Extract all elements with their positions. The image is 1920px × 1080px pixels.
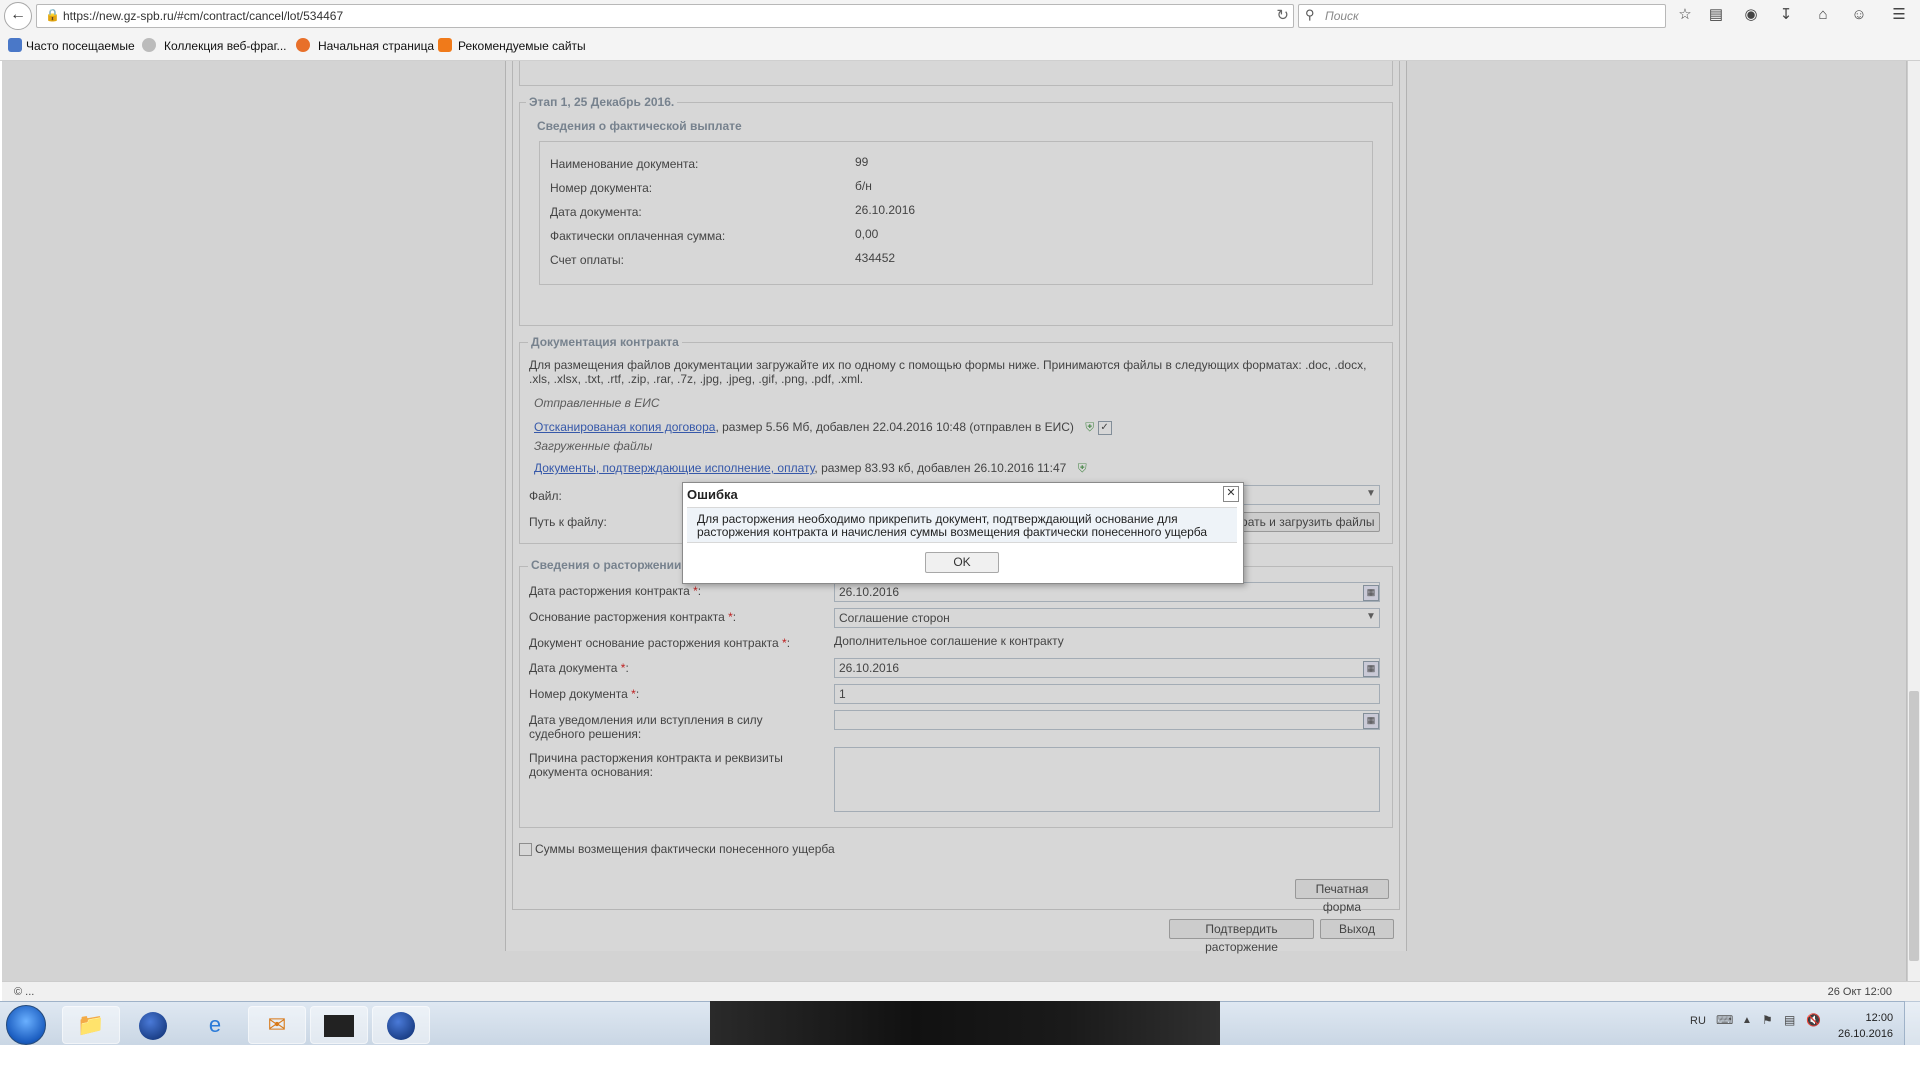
reload-icon[interactable]: ↻ (1276, 6, 1289, 24)
bookmark-webslice[interactable]: Коллекция веб-фраг... (164, 39, 287, 53)
home-icon[interactable]: ⌂ (1812, 4, 1834, 26)
reading-list-icon[interactable]: ▤ (1705, 4, 1727, 26)
search-placeholder: Поиск (1325, 9, 1359, 23)
dialog-title: Ошибка (687, 487, 738, 502)
dialog-message: Для расторжения необходимо прикрепить до… (697, 512, 1208, 539)
dialog-message-box: Для расторжения необходимо прикрепить до… (687, 507, 1237, 543)
url-text[interactable]: https://new.gz-spb.ru/#cm/contract/cance… (63, 9, 343, 23)
firefox-taskbar-icon[interactable] (372, 1006, 430, 1044)
recommended-icon (438, 38, 452, 52)
download-icon[interactable]: ↧ (1775, 4, 1797, 26)
bookmark-recommended[interactable]: Рекомендуемые сайты (458, 39, 586, 53)
back-arrow-icon[interactable]: ← (4, 2, 32, 30)
show-desktop-button[interactable] (1904, 1001, 1920, 1045)
close-icon[interactable]: ✕ (1223, 486, 1239, 502)
address-bar[interactable]: 🔒 https://new.gz-spb.ru/#cm/contract/can… (36, 4, 1294, 28)
search-icon: ⚲ (1305, 7, 1315, 22)
bookmark-star-icon[interactable]: ☆ (1674, 4, 1696, 26)
page-scrollbar[interactable] (1906, 61, 1920, 981)
globe-icon[interactable] (124, 1006, 182, 1044)
tray-date: 26.10.2016 (1838, 1028, 1894, 1040)
lock-icon: 🔒 (45, 8, 60, 22)
flag-icon[interactable]: ⚑ (1762, 1013, 1773, 1027)
error-dialog: Ошибка ✕ Для расторжения необходимо прик… (682, 482, 1244, 584)
tray-clock[interactable]: 12:00 26.10.2016 (1838, 1010, 1893, 1042)
status-right: 26 Окт 12:00 (1827, 986, 1892, 998)
keyboard-icon[interactable]: ⌨ (1716, 1013, 1733, 1027)
firefox-icon (296, 38, 310, 52)
scrollbar-thumb[interactable] (1909, 691, 1919, 961)
volume-muted-icon[interactable]: 🔇 (1806, 1013, 1821, 1027)
chat-icon[interactable]: ☺ (1848, 4, 1870, 26)
ok-button[interactable]: OK (925, 552, 999, 573)
bookmark-folder-icon (8, 38, 22, 52)
start-button[interactable] (6, 1005, 46, 1045)
blank-area (0, 1045, 1920, 1080)
status-left: © ... (14, 986, 35, 998)
internet-explorer-icon[interactable]: e (186, 1006, 244, 1044)
tray-time: 12:00 (1865, 1012, 1894, 1024)
bookmark-frequent[interactable]: Часто посещаемые (26, 39, 135, 53)
web-slice-icon (142, 38, 156, 52)
bookmarks-bar: Часто посещаемые Коллекция веб-фраг... Н… (0, 30, 1920, 61)
menu-icon[interactable]: ☰ (1888, 4, 1910, 26)
browser-toolbar: ← 🔒 https://new.gz-spb.ru/#cm/contract/c… (0, 0, 1920, 31)
explorer-icon[interactable]: 📁 (62, 1006, 120, 1044)
tray-arrow-icon[interactable]: ▲ (1742, 1015, 1752, 1026)
status-bar: © ... 26 Окт 12:00 (2, 981, 1920, 1002)
network-icon[interactable]: ▤ (1784, 1013, 1795, 1027)
media-app-icon[interactable] (310, 1006, 368, 1044)
taskbar-background-image (710, 1001, 1220, 1045)
bookmark-homepage[interactable]: Начальная страница (318, 39, 434, 53)
search-input[interactable]: ⚲ Поиск (1298, 4, 1666, 28)
pocket-icon[interactable]: ◉ (1740, 4, 1762, 26)
outlook-icon[interactable]: ✉ (248, 1006, 306, 1044)
language-indicator[interactable]: RU (1690, 1015, 1706, 1027)
